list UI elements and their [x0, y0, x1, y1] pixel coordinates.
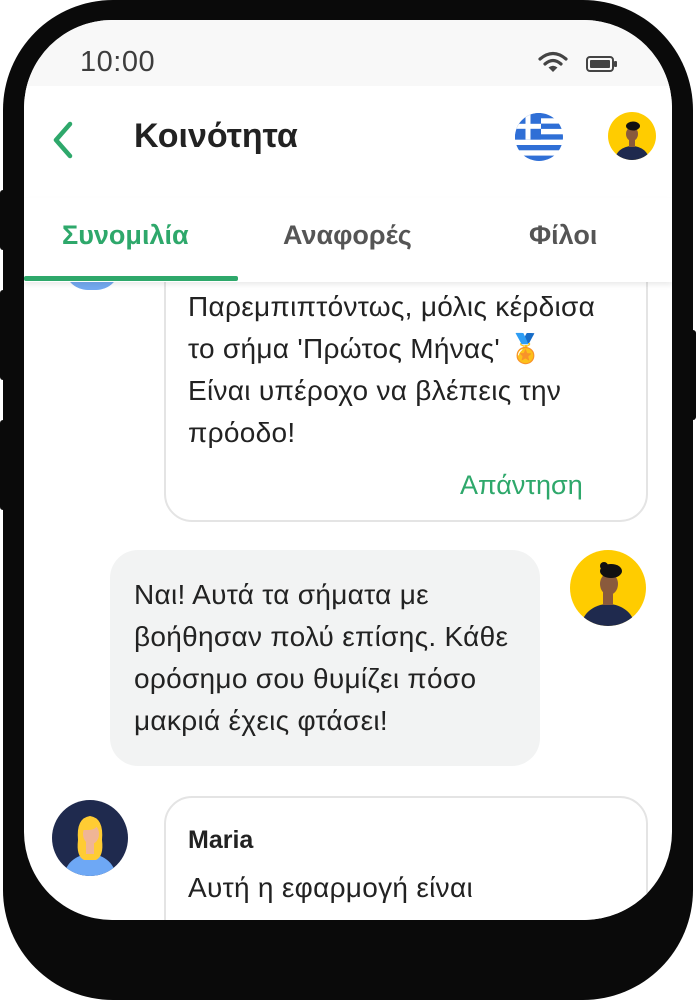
maria-avatar — [52, 800, 128, 881]
mute-switch — [0, 420, 6, 510]
greek-flag-icon[interactable] — [515, 113, 563, 161]
page-title: Κοινότητα — [134, 117, 298, 155]
own-avatar — [570, 550, 646, 631]
power-button — [690, 330, 696, 420]
tab-reports[interactable]: Αναφορές — [283, 220, 412, 251]
message-author: Maria — [188, 826, 254, 854]
tab-chat[interactable]: Συνομιλία — [62, 220, 189, 251]
app-bar: Κοινότητα — [24, 86, 672, 198]
chat-list[interactable]: Παρεμπιπτόντως, μόλις κέρδισα το σήμα 'Π… — [24, 282, 672, 920]
volume-up-button — [0, 190, 6, 250]
tab-friends[interactable]: Φίλοι — [529, 220, 597, 251]
profile-avatar[interactable] — [608, 112, 656, 165]
tab-bar: Συνομιλία Αναφορές Φίλοι — [24, 198, 672, 282]
back-arrow-icon[interactable] — [48, 120, 78, 165]
message-text: Παρεμπιπτόντως, μόλις κέρδισα το σήμα 'Π… — [188, 291, 596, 448]
status-bar: 10:00 — [24, 20, 672, 86]
battery-icon — [586, 56, 618, 77]
message-text: Αυτή η εφαρμογή είναι — [188, 872, 473, 903]
reply-button[interactable]: Απάντηση — [460, 470, 583, 501]
active-tab-indicator — [24, 276, 238, 281]
phone-screen: 10:00 Κοινότητα Συνομιλία Αναφορές Φίλοι… — [24, 20, 672, 920]
avatar — [64, 282, 120, 290]
own-message-text: Ναι! Αυτά τα σήματα με βοήθησαν πολύ επί… — [134, 579, 509, 736]
status-time: 10:00 — [80, 46, 156, 78]
volume-down-button — [0, 290, 6, 380]
wifi-icon — [538, 51, 568, 80]
